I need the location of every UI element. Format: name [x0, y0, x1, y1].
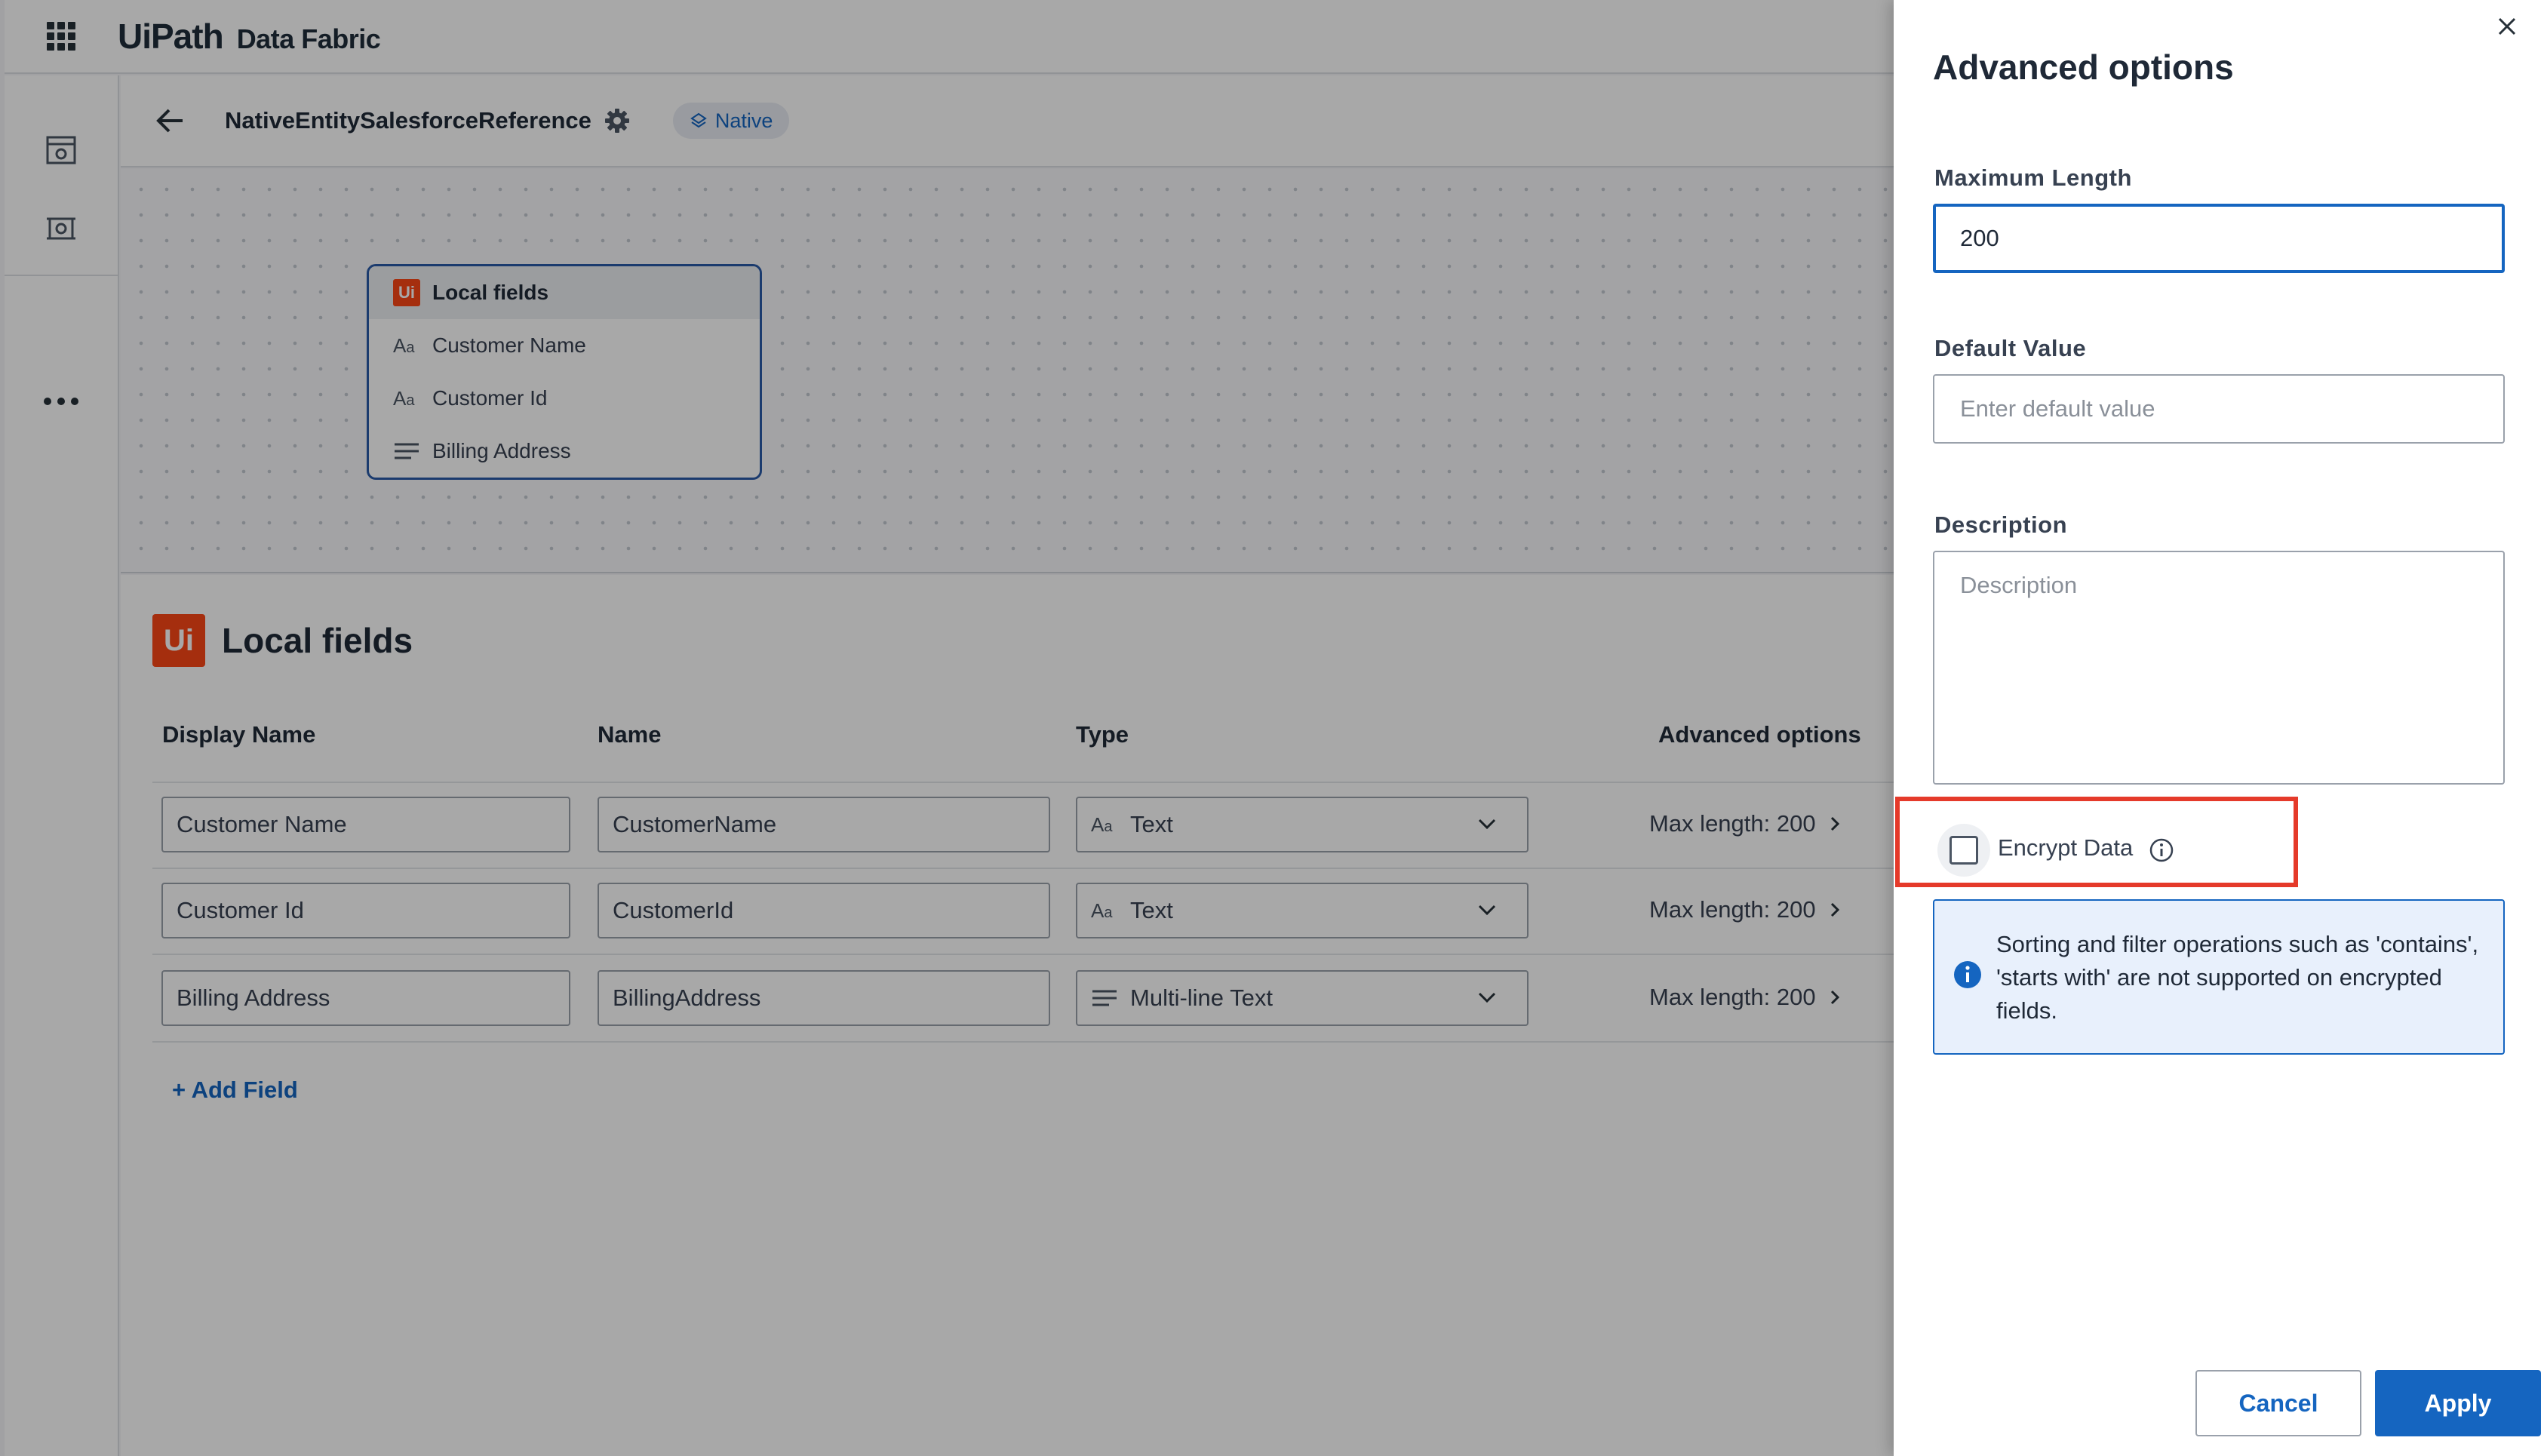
cancel-button[interactable]: Cancel: [2195, 1370, 2361, 1436]
max-length-input[interactable]: 200: [1933, 204, 2505, 273]
encryption-info-text: Sorting and filter operations such as 'c…: [1996, 931, 2479, 1024]
info-icon: [1954, 961, 1981, 988]
encryption-info-banner: Sorting and filter operations such as 'c…: [1933, 899, 2505, 1055]
default-value-placeholder: Enter default value: [1960, 395, 2155, 422]
default-value-label: Default Value: [1934, 335, 2087, 361]
max-length-value: 200: [1960, 225, 1999, 251]
default-value-input[interactable]: Enter default value: [1933, 374, 2505, 444]
description-label: Description: [1934, 511, 2068, 538]
description-placeholder: Description: [1960, 572, 2078, 598]
drawer-title: Advanced options: [1933, 48, 2234, 87]
advanced-options-drawer: Advanced options Maximum Length 200 Defa…: [1894, 0, 2544, 1456]
description-textarea[interactable]: Description: [1933, 551, 2505, 785]
close-icon[interactable]: [2494, 14, 2520, 39]
app-window: UiPath Data Fabric NativeEntitySalesforc…: [0, 0, 2544, 1456]
modal-backdrop[interactable]: [0, 0, 1894, 1456]
annotation-highlight: [1895, 797, 2298, 887]
apply-button[interactable]: Apply: [2375, 1370, 2541, 1436]
max-length-label: Maximum Length: [1934, 164, 2132, 191]
